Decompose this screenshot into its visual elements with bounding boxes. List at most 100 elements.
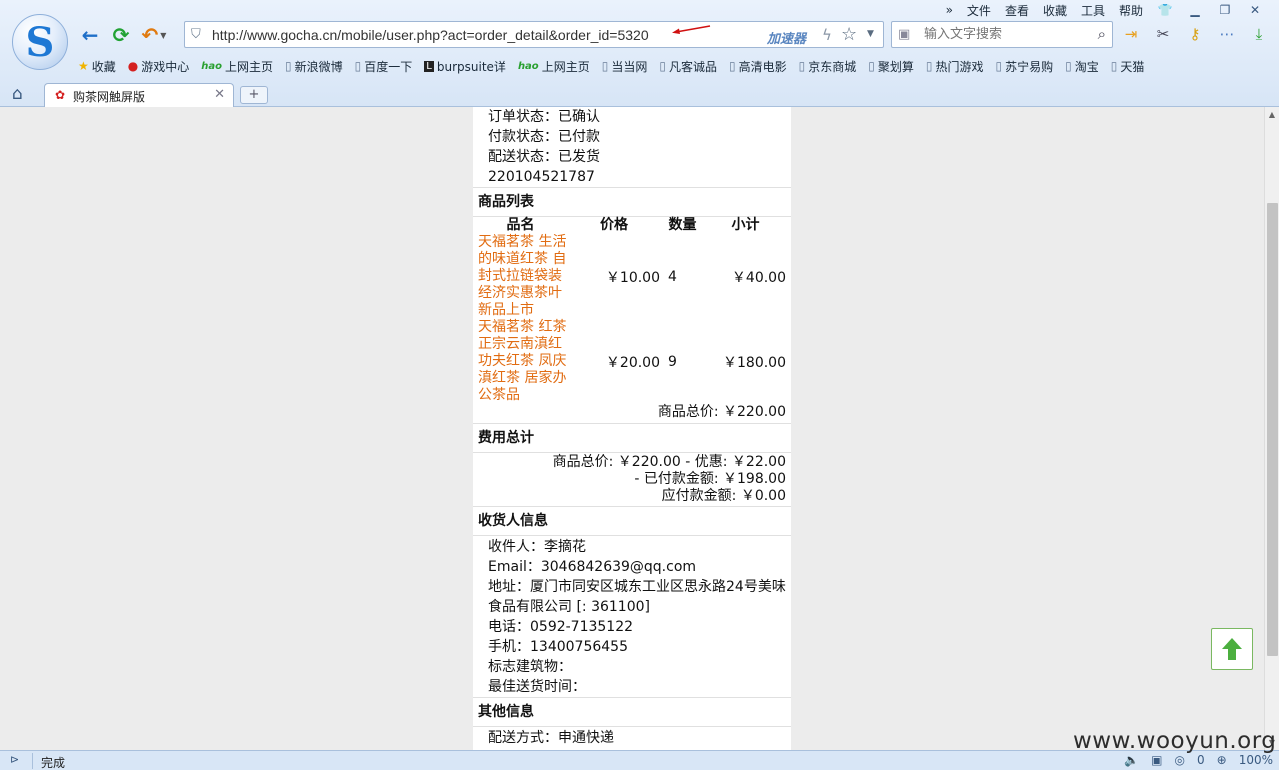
bookmark-star-icon[interactable]: ☆ bbox=[841, 24, 857, 45]
close-window-icon[interactable]: ✕ bbox=[1247, 3, 1263, 17]
shipping-method: 配送方式：申通快递 bbox=[488, 730, 614, 746]
back-arrow-icon[interactable]: ← bbox=[76, 22, 104, 48]
product-qty: 4 bbox=[668, 268, 677, 285]
browser-logo[interactable]: S bbox=[12, 14, 68, 70]
table-row: 天福茗茶 生活的味道红茶 自封式拉链袋装 经济实惠茶叶 新品上市 ￥10.00 … bbox=[473, 234, 786, 319]
sidebar-toggle-icon[interactable]: ⊳ bbox=[10, 753, 19, 766]
product-qty: 9 bbox=[668, 353, 677, 370]
tab-active[interactable]: ✿ 购茶网触屏版 ✕ bbox=[44, 83, 234, 107]
fav-label: 百度一下 bbox=[364, 59, 413, 74]
lightning-icon[interactable]: ϟ bbox=[822, 26, 832, 44]
fav-item[interactable]: ▯ 高清电影 bbox=[729, 58, 787, 75]
search-engine-icon[interactable]: ▣ bbox=[898, 27, 910, 42]
fees-heading: 费用总计 bbox=[473, 423, 791, 453]
goods-table-header: 品名 价格 数量 小计 bbox=[473, 217, 786, 234]
flow-count: 0 bbox=[1196, 753, 1205, 767]
zoom-icon[interactable]: ⊕ bbox=[1217, 753, 1227, 767]
fav-label: 淘宝 bbox=[1074, 59, 1099, 74]
fav-item[interactable]: hao 上网主页 bbox=[201, 58, 273, 75]
product-price: ￥20.00 bbox=[605, 354, 660, 371]
fav-label: 京东商城 bbox=[808, 59, 857, 74]
fav-item[interactable]: ▯ 天猫 bbox=[1111, 58, 1145, 75]
star-icon: ★ bbox=[78, 59, 89, 73]
menu-bar: » 文件 查看 收藏 工具 帮助 👕 ▁ ❐ ✕ bbox=[946, 1, 1263, 19]
close-tab-icon[interactable]: ✕ bbox=[214, 87, 225, 102]
fav-label: 热门游戏 bbox=[935, 59, 984, 74]
menu-more[interactable]: » bbox=[946, 3, 953, 17]
fav-item[interactable]: ▯ 京东商城 bbox=[799, 58, 857, 75]
fav-item[interactable]: ▯ 淘宝 bbox=[1065, 58, 1099, 75]
flow-icon[interactable]: ◎ bbox=[1175, 753, 1185, 767]
fav-item[interactable]: ▯ 聚划算 bbox=[868, 58, 914, 75]
fav-item[interactable]: ★ 收藏 bbox=[78, 58, 116, 75]
fav-item[interactable]: ▯ 百度一下 bbox=[355, 58, 413, 75]
page-icon: ▯ bbox=[925, 59, 933, 73]
fav-label: 新浪微博 bbox=[294, 59, 343, 74]
consignee-email: Email：3046842639@qq.com bbox=[488, 559, 697, 575]
address-bar[interactable]: ⛉ http://www.gocha.cn/mobile/user.php?ac… bbox=[184, 21, 884, 48]
site-favicon-icon: ✿ bbox=[55, 88, 66, 102]
hao-icon: hao bbox=[201, 60, 223, 72]
consignee-address-cont: 食品有限公司 [: 361100] bbox=[488, 599, 650, 615]
scroll-thumb[interactable] bbox=[1267, 203, 1278, 656]
fav-label: 当当网 bbox=[611, 59, 648, 74]
search-icon[interactable]: ⌕ bbox=[1098, 25, 1106, 43]
hao-icon: hao bbox=[517, 60, 539, 72]
search-input[interactable] bbox=[924, 25, 1074, 44]
scissors-icon[interactable]: ✂ bbox=[1152, 22, 1174, 46]
fav-label: 游戏中心 bbox=[141, 59, 190, 74]
fav-item[interactable]: ▯ 凡客诚品 bbox=[659, 58, 717, 75]
back-to-top-button[interactable] bbox=[1211, 628, 1253, 670]
fav-label: 收藏 bbox=[91, 59, 116, 74]
other-info-heading: 其他信息 bbox=[473, 697, 791, 727]
fav-label: burpsuite详 bbox=[436, 59, 506, 74]
restore-icon[interactable]: ❐ bbox=[1217, 3, 1233, 17]
status-tools: 🔈 ▣ ◎ 0 ⊕ 100% bbox=[1124, 753, 1273, 767]
accelerator-label[interactable]: 加速器 bbox=[767, 28, 806, 47]
zoom-level[interactable]: 100% bbox=[1239, 753, 1273, 767]
new-tab-button[interactable]: + bbox=[240, 86, 268, 104]
url-dropdown-icon[interactable]: ▼ bbox=[867, 29, 874, 39]
fav-label: 凡客诚品 bbox=[668, 59, 717, 74]
menu-tools[interactable]: 工具 bbox=[1081, 2, 1105, 19]
fav-item[interactable]: Lburpsuite详 bbox=[424, 58, 506, 75]
search-box[interactable]: ▣ ⌕ bbox=[891, 21, 1113, 48]
product-link[interactable]: 天福茗茶 红茶 正宗云南滇红 功夫红茶 凤庆滇红茶 居家办公茶品 bbox=[473, 319, 568, 404]
consignee-delivery-time: 最佳送货时间： bbox=[488, 679, 586, 695]
network-icon[interactable]: ▣ bbox=[1151, 753, 1162, 767]
refresh-icon[interactable]: ⟳ bbox=[107, 22, 135, 48]
tab-bar: ⌂ ✿ 购茶网触屏版 ✕ + bbox=[0, 80, 1279, 107]
minimize-icon[interactable]: ▁ bbox=[1187, 3, 1203, 17]
consignee-heading: 收货人信息 bbox=[473, 506, 791, 536]
key-icon[interactable]: ⚷ bbox=[1184, 22, 1206, 46]
fav-item[interactable]: hao 上网主页 bbox=[518, 58, 590, 75]
home-icon[interactable]: ⌂ bbox=[12, 84, 23, 104]
url-text[interactable]: http://www.gocha.cn/mobile/user.php?act=… bbox=[212, 27, 649, 43]
skin-icon[interactable]: 👕 bbox=[1157, 3, 1173, 17]
consignee-block: 收件人：李摘花 Email：3046842639@qq.com 地址：厦门市同安… bbox=[473, 536, 791, 697]
menu-file[interactable]: 文件 bbox=[967, 2, 991, 19]
menu-view[interactable]: 查看 bbox=[1005, 2, 1029, 19]
menu-favorites[interactable]: 收藏 bbox=[1043, 2, 1067, 19]
menu-help[interactable]: 帮助 bbox=[1119, 2, 1143, 19]
other-info-block: 配送方式：申通快递 bbox=[473, 727, 791, 748]
download-icon[interactable]: ⤓ bbox=[1248, 22, 1270, 46]
page-scrollbar[interactable]: ▲ ▼ bbox=[1264, 107, 1279, 750]
undo-close-icon[interactable]: ↶ ▼ bbox=[140, 22, 168, 48]
page-icon: ▯ bbox=[659, 59, 666, 73]
more-icon[interactable]: ⋯ bbox=[1216, 22, 1238, 46]
order-status-block: 订单状态：已确认 付款状态：已付款 配送状态：已发货 220104521787 bbox=[473, 107, 791, 187]
fav-item[interactable]: ▯ 新浪微博 bbox=[285, 58, 343, 75]
fav-label: 上网主页 bbox=[225, 59, 274, 74]
scroll-up-icon[interactable]: ▲ bbox=[1265, 107, 1279, 122]
tab-title: 购茶网触屏版 bbox=[73, 90, 146, 104]
volume-icon[interactable]: 🔈 bbox=[1124, 753, 1139, 767]
sidebar-icon[interactable]: ⇥ bbox=[1120, 22, 1142, 46]
fav-label: 苏宁易购 bbox=[1005, 59, 1054, 74]
fav-item[interactable]: ▯ 当当网 bbox=[602, 58, 648, 75]
fav-item[interactable]: ▯ 苏宁易购 bbox=[995, 58, 1053, 75]
page-icon: ▯ bbox=[1110, 59, 1118, 73]
product-link[interactable]: 天福茗茶 生活的味道红茶 自封式拉链袋装 经济实惠茶叶 新品上市 bbox=[473, 234, 568, 319]
fav-item[interactable]: ▯ 热门游戏 bbox=[926, 58, 984, 75]
fav-item[interactable]: ● 游戏中心 bbox=[128, 58, 190, 75]
